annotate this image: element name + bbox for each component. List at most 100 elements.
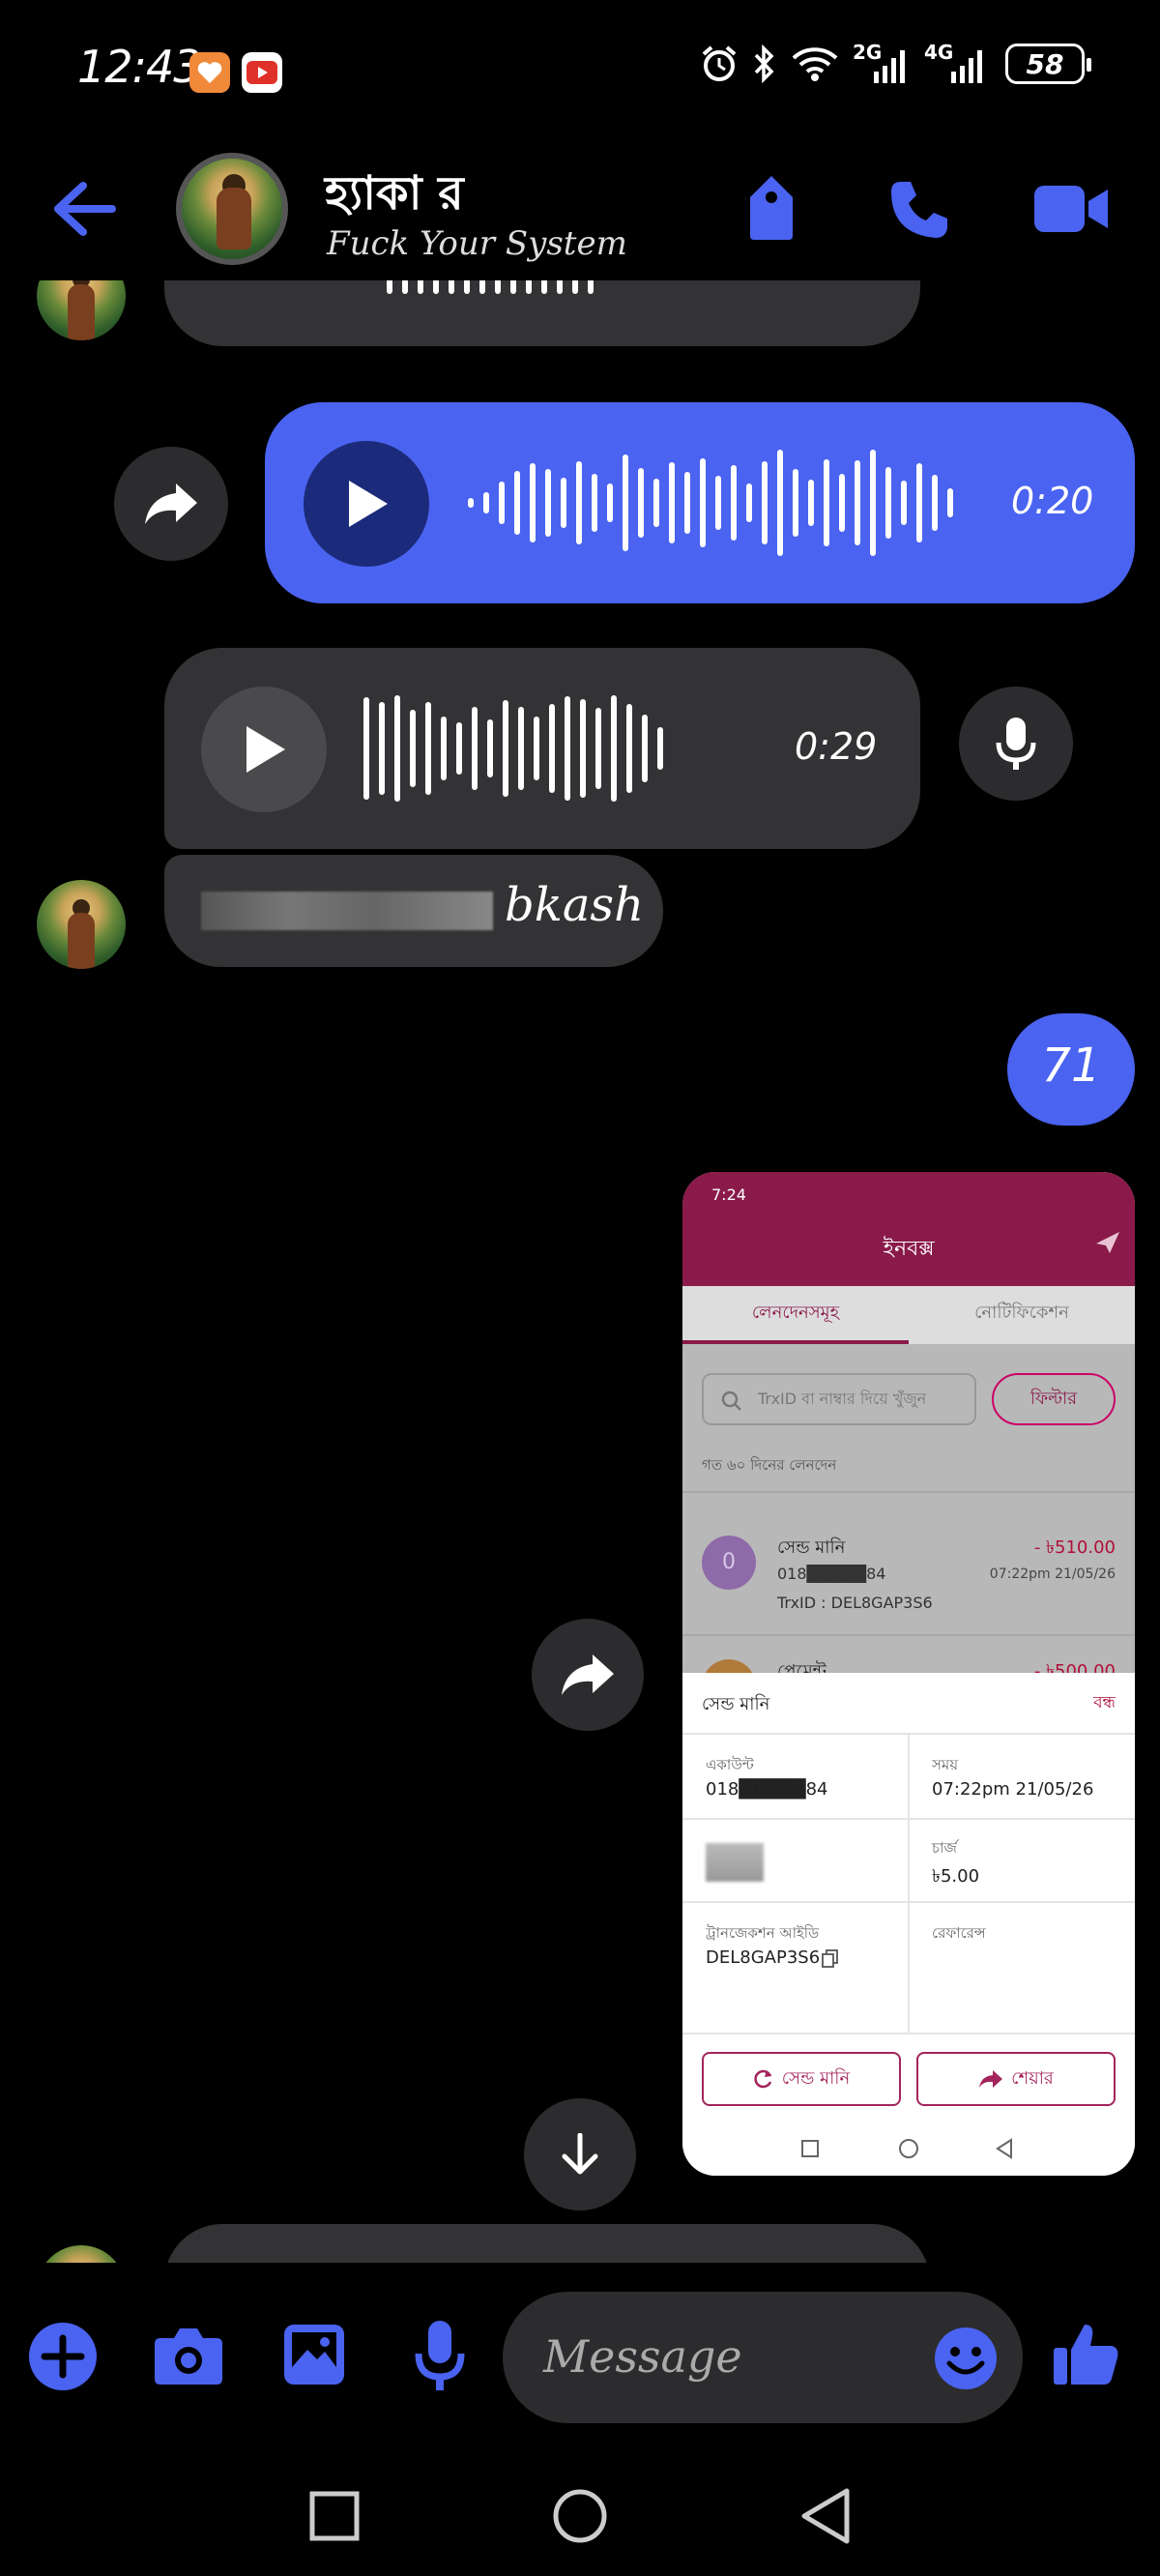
shot-row1-trxid: TrxID : DEL8GAP3S6 <box>777 1594 933 1612</box>
microphone-icon <box>996 717 1036 770</box>
shot-sheet-close: বন্ধ <box>1093 1693 1116 1712</box>
play-button[interactable] <box>304 441 429 567</box>
back-nav-icon[interactable] <box>798 2487 853 2545</box>
message-input[interactable]: Message <box>503 2292 1023 2423</box>
search-icon <box>721 1390 741 1411</box>
shot-send-money-label: সেন্ড মানি <box>781 2067 851 2089</box>
text-message-incoming[interactable]: bkash <box>164 855 663 967</box>
message-text: 71 <box>1041 1039 1101 1093</box>
shot-trx-value: DEL8GAP3S6 <box>706 1947 821 1968</box>
shot-send-money-button: সেন্ড মানি <box>702 2052 901 2106</box>
voice-message-outgoing[interactable]: 0:20 <box>265 402 1135 603</box>
text-message-outgoing[interactable]: 71 <box>1007 1013 1135 1126</box>
back-arrow-icon[interactable] <box>50 180 118 238</box>
voice-duration: 0:20 <box>1011 480 1094 522</box>
bird-icon <box>1096 1232 1119 1253</box>
sender-avatar <box>37 880 126 969</box>
tag-icon[interactable] <box>744 174 798 242</box>
battery-indicator: 58 <box>1005 44 1091 84</box>
shot-divider <box>682 2033 1135 2034</box>
voice-duration: 0:29 <box>795 725 878 768</box>
phone-icon[interactable] <box>887 178 951 242</box>
shot-row1-title: সেন্ড মানি <box>777 1537 846 1558</box>
share-arrow-icon <box>979 2070 1003 2088</box>
shot-tab-notifications: নোটিফিকেশন <box>974 1303 1069 1323</box>
refresh-icon <box>754 2069 771 2089</box>
video-call-icon[interactable] <box>1032 182 1110 236</box>
alarm-icon <box>702 45 737 81</box>
shot-row1-number: 018█████84 <box>777 1565 886 1583</box>
chat-header: হ্যাকা র Fuck Your System <box>0 145 1160 280</box>
home-icon[interactable] <box>553 2489 607 2543</box>
message-placeholder: Message <box>543 2330 742 2383</box>
redacted-number <box>201 892 493 930</box>
waveform <box>363 690 663 806</box>
shot-divider <box>682 1634 1135 1636</box>
sender-avatar <box>37 2245 126 2263</box>
bluetooth-icon <box>754 44 774 83</box>
status-bar: 12:43 2G 4G 58 <box>0 0 1160 135</box>
arrow-down-icon <box>562 2133 598 2175</box>
signal-2g-icon: 2G <box>853 43 911 85</box>
shot-status-time: 7:24 <box>711 1186 746 1204</box>
shot-divider <box>682 1818 1135 1820</box>
shot-trx-label: ট্রানজেকশন আইডি <box>706 1924 820 1942</box>
shot-divider <box>682 1491 1135 1493</box>
status-time: 12:43 <box>77 41 202 93</box>
voice-reply-button[interactable] <box>959 687 1073 801</box>
microphone-icon[interactable] <box>414 2319 466 2392</box>
message-list[interactable]: 0:20 0:29 bkash 71 7:24 ইনবক্স লেনদেনসমূ <box>0 280 1160 2263</box>
shared-screenshot-image[interactable]: 7:24 ইনবক্স লেনদেনসমূহ নোটিফিকেশন TrxID … <box>682 1172 1135 2176</box>
voice-message-incoming[interactable]: 0:29 <box>164 648 920 849</box>
message-text: bkash <box>505 878 644 932</box>
gallery-icon[interactable] <box>282 2323 346 2386</box>
forward-button[interactable] <box>532 1619 644 1731</box>
shot-account-label: একাউন্ট <box>706 1756 754 1773</box>
waveform <box>468 445 953 561</box>
shot-charge-value: ৳5.00 <box>932 1866 980 1887</box>
share-arrow-icon <box>145 483 197 524</box>
add-icon[interactable] <box>27 2321 99 2392</box>
message-bubble-partial[interactable] <box>164 2224 930 2263</box>
shot-time-label: সময় <box>932 1756 959 1773</box>
shot-charge-label: চার্জ <box>932 1839 957 1857</box>
camera-icon[interactable] <box>153 2325 224 2386</box>
shot-share-label: শেয়ার <box>1011 2067 1054 2089</box>
copy-icon <box>822 1949 838 1968</box>
play-button[interactable] <box>201 687 327 812</box>
scroll-to-bottom-button[interactable] <box>524 2098 636 2210</box>
shot-filter-button: ফিল্টার <box>992 1373 1116 1425</box>
shot-reference-label: রেফারেন্স <box>932 1924 986 1942</box>
message-composer: Message <box>0 2263 1160 2452</box>
emoji-icon[interactable] <box>934 2327 998 2390</box>
shot-search-field: TrxID বা নাম্বার দিয়ে খুঁজুন <box>702 1373 976 1425</box>
signal-4g-icon: 4G <box>924 43 992 85</box>
shot-account-value: 018█████84 <box>706 1779 828 1800</box>
recent-apps-icon[interactable] <box>309 2491 360 2541</box>
heart-app-icon <box>189 52 230 93</box>
shot-tabs: লেনদেনসমূহ নোটিফিকেশন <box>682 1286 1135 1344</box>
youtube-app-icon <box>242 52 282 93</box>
shot-time-value: 07:22pm 21/05/26 <box>932 1779 1094 1800</box>
shot-row1-time: 07:22pm 21/05/26 <box>989 1566 1116 1582</box>
shot-row1-amount: - ৳510.00 <box>1033 1537 1116 1558</box>
shot-title: ইনবক্স <box>883 1237 935 1261</box>
sender-avatar <box>37 280 126 340</box>
shot-sheet-title: সেন্ড মানি <box>702 1694 770 1714</box>
shot-row-icon: 0 <box>702 1536 756 1590</box>
thumbs-up-icon[interactable] <box>1052 2319 1121 2388</box>
shot-details-sheet: সেন্ড মানি বন্ধ একাউন্ট 018█████84 সময় … <box>682 1673 1135 2176</box>
shot-nav-bar <box>801 2138 1012 2159</box>
shot-tab-transactions: লেনদেনসমূহ <box>751 1303 840 1323</box>
shot-app-bar: 7:24 ইনবক্স <box>682 1172 1135 1286</box>
system-navigation-bar <box>0 2452 1160 2576</box>
wifi-icon <box>792 47 838 81</box>
forward-button[interactable] <box>114 447 228 561</box>
shot-share-button: শেয়ার <box>916 2052 1116 2106</box>
share-arrow-icon <box>562 1654 614 1695</box>
contact-avatar[interactable] <box>176 153 288 265</box>
play-icon <box>349 481 388 527</box>
voice-message-bubble-partial[interactable] <box>164 280 920 346</box>
shot-col-divider <box>908 1733 910 2033</box>
play-icon <box>246 726 285 773</box>
